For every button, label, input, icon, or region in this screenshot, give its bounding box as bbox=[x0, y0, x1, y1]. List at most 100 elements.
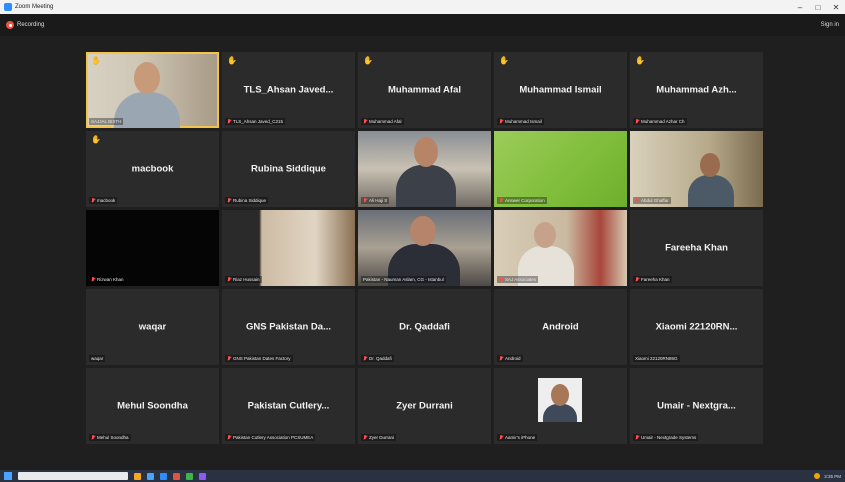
participant-tile[interactable]: ✋ Muhammad Ismail Muhammad Ismail bbox=[494, 52, 627, 128]
recording-indicator[interactable]: Recording bbox=[6, 21, 44, 29]
participant-tile[interactable]: Rizwan Khan bbox=[86, 210, 219, 286]
participant-tile[interactable]: ✋ SAJJAL BISTH bbox=[86, 52, 219, 128]
participant-tile[interactable]: ✋ TLS_Ahsan Javed... TLS_Ahsan Javed_C215 bbox=[222, 52, 355, 128]
participant-label-text: Fareeha Khan bbox=[641, 277, 670, 282]
participant-tile[interactable]: SAJ Associates bbox=[494, 210, 627, 286]
muted-mic-icon bbox=[91, 435, 95, 440]
taskbar-app-icon[interactable] bbox=[134, 472, 141, 480]
close-button[interactable]: ✕ bbox=[827, 0, 845, 14]
participant-name-label: Xiaomi 22120RN86G bbox=[633, 355, 680, 362]
raised-hand-icon: ✋ bbox=[91, 135, 101, 144]
participant-name-label: Pakistan - Nauman Aslam, CG - Istanbul bbox=[361, 276, 446, 283]
taskbar-search-box[interactable] bbox=[18, 472, 128, 480]
participant-tile[interactable]: Aamir's iPhone bbox=[494, 368, 627, 444]
participant-tile[interactable]: Xiaomi 22120RN... Xiaomi 22120RN86G bbox=[630, 289, 763, 365]
title-bar: Zoom Meeting – □ ✕ bbox=[0, 0, 845, 14]
muted-mic-icon bbox=[363, 435, 367, 440]
participant-tile[interactable]: Riaz Hussain bbox=[222, 210, 355, 286]
participant-display-name: GNS Pakistan Da... bbox=[245, 321, 331, 333]
windows-start-icon[interactable] bbox=[4, 472, 12, 480]
participant-label-text: Pakistan Cutlery Association PCSUMEA bbox=[233, 435, 314, 440]
muted-mic-icon bbox=[499, 356, 503, 361]
participant-tile[interactable]: Abdul Ghaffar bbox=[630, 131, 763, 207]
maximize-button[interactable]: □ bbox=[809, 0, 827, 14]
participant-tile[interactable]: Mehul Soondha Mehul Soondha bbox=[86, 368, 219, 444]
participant-tile[interactable]: Answer Corporation bbox=[494, 131, 627, 207]
participant-display-name: waqar bbox=[138, 321, 167, 333]
taskbar-app-icon[interactable] bbox=[160, 472, 167, 480]
participant-tile[interactable]: ✋ Muhammad Afal Muhammad Afal bbox=[358, 52, 491, 128]
participant-name-label: Rubina Siddique bbox=[225, 197, 269, 204]
participant-tile[interactable]: ✋ Muhammad Azh... Muhammad Azhar Ch bbox=[630, 52, 763, 128]
taskbar-app-icon[interactable] bbox=[173, 472, 180, 480]
participant-name-label: Rizwan Khan bbox=[89, 276, 126, 283]
participant-tile[interactable]: Rubina Siddique Rubina Siddique bbox=[222, 131, 355, 207]
meeting-top-bar: Recording Sign in bbox=[0, 14, 845, 36]
avatar-body bbox=[543, 404, 577, 422]
raised-hand-icon: ✋ bbox=[499, 56, 509, 65]
participant-display-name: TLS_Ahsan Javed... bbox=[243, 84, 334, 96]
participant-name-label: Answer Corporation bbox=[497, 197, 547, 204]
participant-tile[interactable]: Android Android bbox=[494, 289, 627, 365]
minimize-button[interactable]: – bbox=[791, 0, 809, 14]
participant-tile[interactable]: Ali Haji S bbox=[358, 131, 491, 207]
participant-tile[interactable]: waqar waqar bbox=[86, 289, 219, 365]
participant-name-label: SAJJAL BISTH bbox=[89, 118, 124, 125]
participant-name-label: Muhammad Afal bbox=[361, 118, 404, 125]
sign-in-link[interactable]: Sign in bbox=[821, 22, 839, 28]
participant-label-text: Muhammad Afal bbox=[369, 119, 402, 124]
participant-label-text: Zyer Durrani bbox=[369, 435, 395, 440]
participant-name-label: Android bbox=[497, 355, 523, 362]
muted-mic-icon bbox=[499, 198, 503, 203]
participant-name-label: Aamir's iPhone bbox=[497, 434, 538, 441]
muted-mic-icon bbox=[363, 198, 367, 203]
video-person-head bbox=[414, 137, 438, 167]
participant-tile[interactable]: Dr. Qaddafi Dr. Qaddafi bbox=[358, 289, 491, 365]
participant-display-name: Muhammad Ismail bbox=[519, 84, 602, 96]
participant-display-name: Muhammad Afal bbox=[387, 84, 462, 96]
profile-picture bbox=[538, 378, 582, 422]
video-person-head bbox=[534, 222, 556, 248]
participant-name-label: Umair - Nextgrade Systems bbox=[633, 434, 699, 441]
participant-tile[interactable]: Fareeha Khan Fareeha Khan bbox=[630, 210, 763, 286]
raised-hand-icon: ✋ bbox=[635, 56, 645, 65]
participant-label-text: Xiaomi 22120RN86G bbox=[635, 356, 678, 361]
participant-label-text: Riaz Hussain bbox=[233, 277, 260, 282]
participant-name-label: Zyer Durrani bbox=[361, 434, 397, 441]
participant-tile[interactable]: GNS Pakistan Da... GNS Pakistan Dates Fac… bbox=[222, 289, 355, 365]
participant-display-name: macbook bbox=[131, 163, 174, 175]
taskbar-app-icon[interactable] bbox=[186, 472, 193, 480]
participant-tile[interactable]: Zyer Durrani Zyer Durrani bbox=[358, 368, 491, 444]
participant-tile[interactable]: Pakistan Cutlery... Pakistan Cutlery Asso… bbox=[222, 368, 355, 444]
muted-mic-icon bbox=[499, 119, 503, 124]
muted-mic-icon bbox=[499, 277, 503, 282]
participant-name-label: Muhammad Ismail bbox=[497, 118, 544, 125]
participant-tile[interactable]: Pakistan - Nauman Aslam, CG - Istanbul bbox=[358, 210, 491, 286]
taskbar-app-icon[interactable] bbox=[147, 472, 154, 480]
windows-taskbar: 3:35 PM bbox=[0, 470, 845, 482]
participant-name-label: Ali Haji S bbox=[361, 197, 390, 204]
tray-icon[interactable] bbox=[814, 473, 821, 479]
participant-label-text: SAJJAL BISTH bbox=[91, 119, 122, 124]
participant-label-text: Ali Haji S bbox=[369, 198, 388, 203]
muted-mic-icon bbox=[227, 277, 231, 282]
muted-mic-icon bbox=[91, 277, 95, 282]
muted-mic-icon bbox=[227, 356, 231, 361]
participant-display-name: Mehul Soondha bbox=[117, 400, 188, 412]
taskbar-app-icon[interactable] bbox=[199, 472, 206, 480]
participant-name-label: Mehul Soondha bbox=[89, 434, 131, 441]
participant-display-name: Umair - Nextgra... bbox=[657, 400, 736, 412]
raised-hand-icon: ✋ bbox=[363, 56, 373, 65]
participant-label-text: GNS Pakistan Dates Factory bbox=[233, 356, 291, 361]
participant-name-label: SAJ Associates bbox=[497, 276, 539, 283]
participant-name-label: Pakistan Cutlery Association PCSUMEA bbox=[225, 434, 316, 441]
muted-mic-icon bbox=[635, 198, 639, 203]
participant-tile[interactable]: Umair - Nextgra... Umair - Nextgrade Syst… bbox=[630, 368, 763, 444]
participant-label-text: Muhammad Ismail bbox=[505, 119, 542, 124]
participant-display-name: Zyer Durrani bbox=[396, 400, 453, 412]
video-person-body bbox=[396, 165, 456, 207]
participant-display-name: Dr. Qaddafi bbox=[399, 321, 450, 333]
participant-display-name: Xiaomi 22120RN... bbox=[655, 321, 738, 333]
participant-tile[interactable]: ✋ macbook macbook bbox=[86, 131, 219, 207]
video-person-body bbox=[688, 175, 734, 207]
